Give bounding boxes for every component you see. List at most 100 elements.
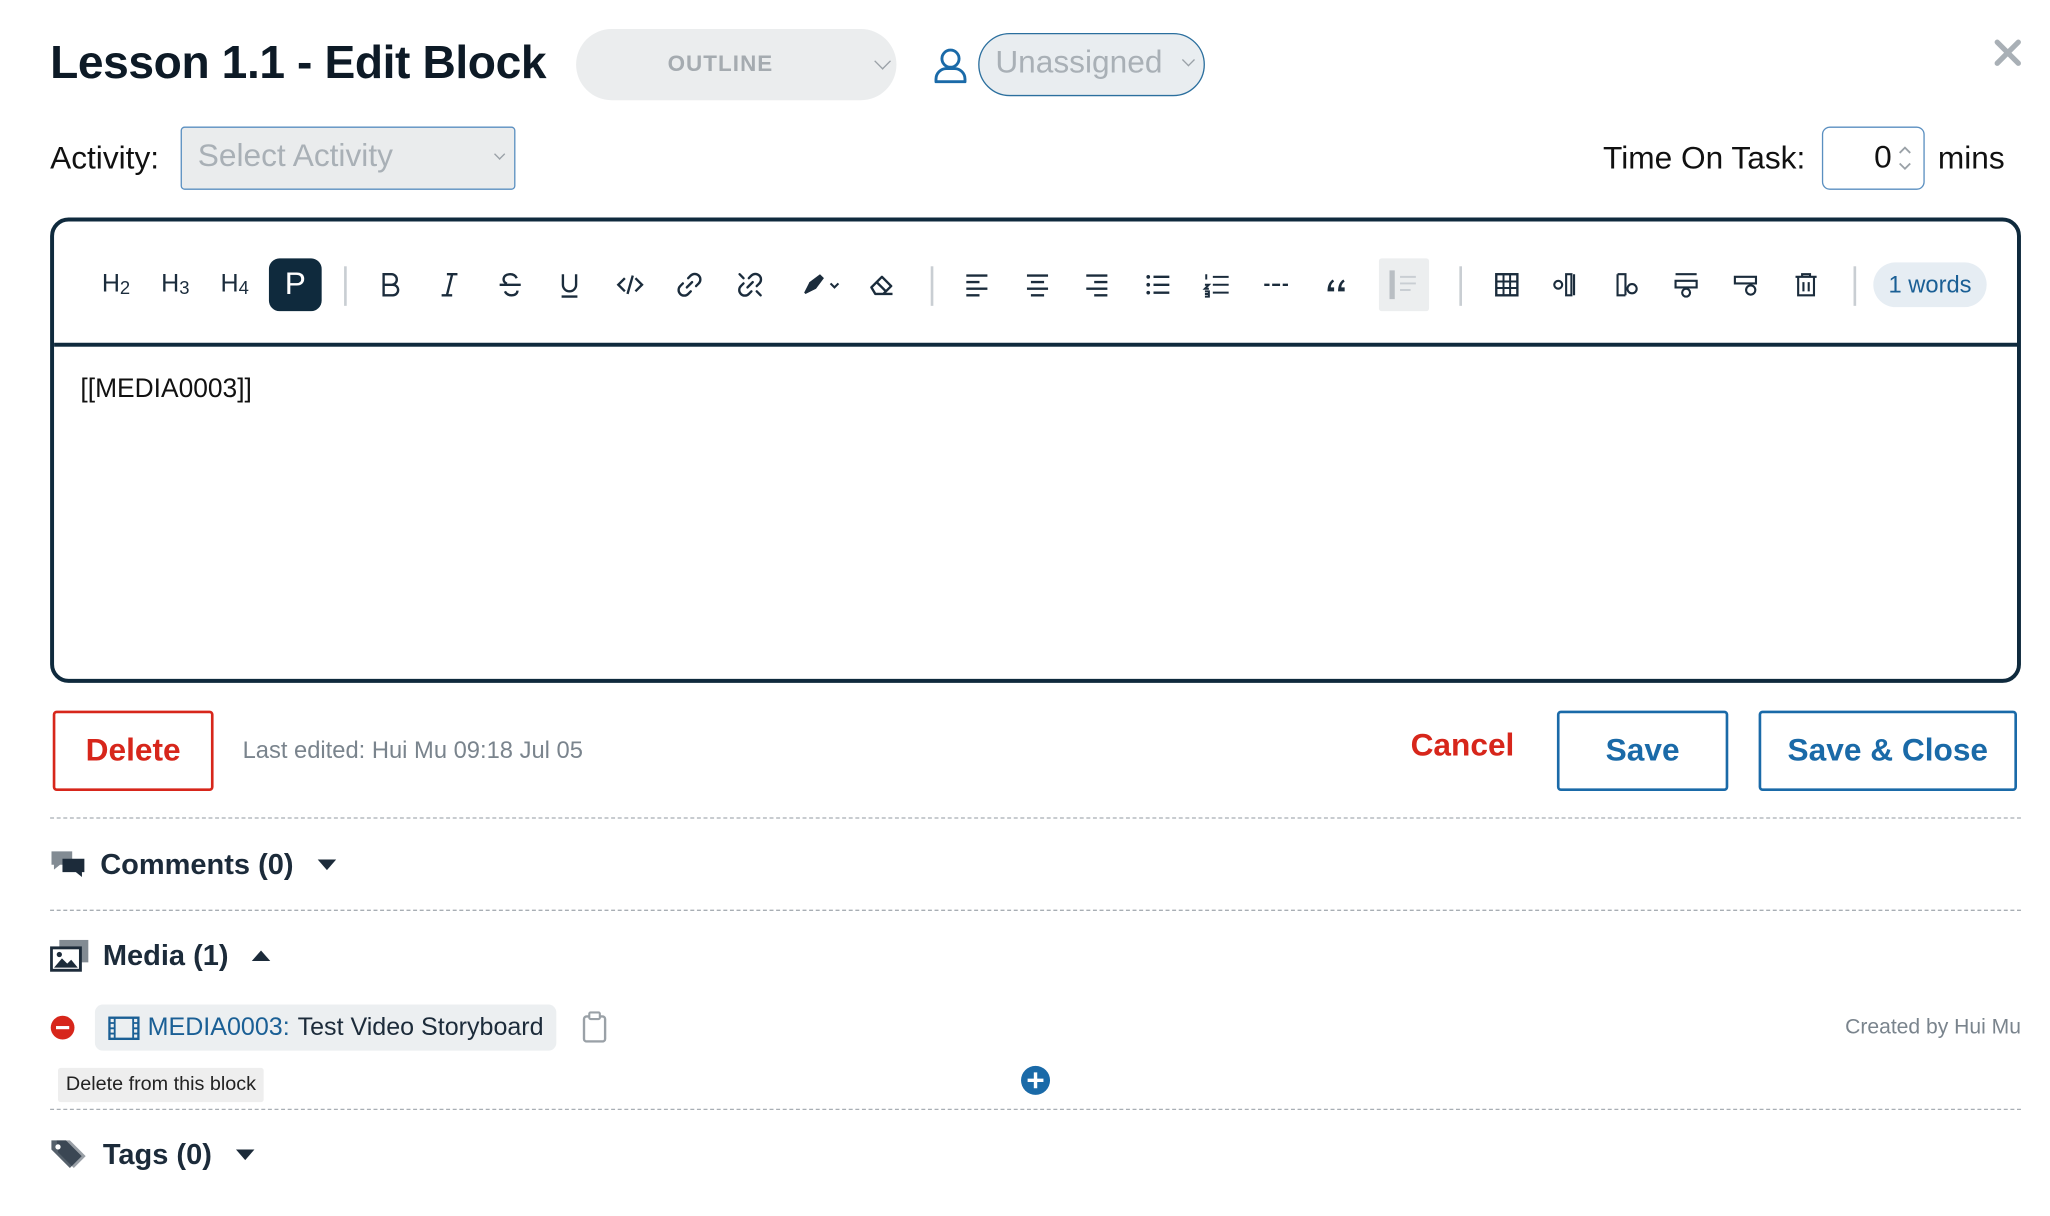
align-center-button[interactable] xyxy=(1011,258,1064,311)
caret-up-icon xyxy=(252,950,271,962)
time-on-task-input[interactable]: 0 xyxy=(1821,126,1925,190)
tags-toggle[interactable]: Tags (0) xyxy=(50,1137,255,1172)
delete-column-icon xyxy=(1616,273,1638,297)
indent-icon xyxy=(1389,270,1416,300)
link-icon xyxy=(677,272,702,297)
heading-2-button[interactable]: H2 xyxy=(90,258,143,311)
cancel-button[interactable]: Cancel xyxy=(1411,728,1515,765)
unlink-button[interactable] xyxy=(724,258,777,311)
media-icon xyxy=(50,939,89,972)
activity-select[interactable]: Select Activity xyxy=(180,126,516,190)
comments-toggle[interactable]: Comments (0) xyxy=(50,848,336,882)
tags-label: Tags (0) xyxy=(102,1137,212,1171)
align-left-icon xyxy=(966,274,988,297)
editor-content[interactable]: [[MEDIA0003]] xyxy=(80,374,251,404)
activity-label: Activity: xyxy=(50,141,160,177)
underline-button[interactable] xyxy=(543,258,596,311)
rich-text-editor: H2 H3 H4 P 1 words [[MEDIA0003]] xyxy=(50,217,2021,683)
film-icon xyxy=(108,1015,140,1040)
add-row-icon xyxy=(1674,273,1698,298)
clear-format-icon xyxy=(870,275,893,296)
chevron-down-icon xyxy=(494,148,506,160)
paragraph-button[interactable]: P xyxy=(268,258,322,312)
indent-button[interactable] xyxy=(1378,258,1430,312)
add-row-button[interactable] xyxy=(1660,258,1713,311)
delete-table-button[interactable] xyxy=(1780,258,1833,311)
delete-row-button[interactable] xyxy=(1719,258,1772,311)
media-item[interactable]: MEDIA0003: Test Video Storyboard xyxy=(94,1004,557,1051)
toolbar-divider xyxy=(1459,266,1462,306)
blockquote-button[interactable] xyxy=(1310,258,1363,311)
time-on-task-value: 0 xyxy=(1874,139,1892,176)
media-name: Test Video Storyboard xyxy=(297,1013,544,1041)
add-column-button[interactable] xyxy=(1540,258,1593,311)
activity-select-placeholder: Select Activity xyxy=(197,138,393,175)
last-edited-text: Last edited: Hui Mu 09:18 Jul 05 xyxy=(242,736,583,764)
code-icon xyxy=(616,275,644,295)
strikethrough-icon xyxy=(499,273,521,297)
time-on-task-label: Time On Task: xyxy=(1603,141,1806,177)
remove-media-icon[interactable] xyxy=(50,1015,75,1040)
clipboard-icon[interactable] xyxy=(581,1011,607,1043)
editor-toolbar: H2 H3 H4 P 1 words xyxy=(54,221,2017,347)
media-id: MEDIA0003: xyxy=(147,1013,290,1041)
bold-button[interactable] xyxy=(364,258,417,311)
numbered-list-button[interactable] xyxy=(1190,258,1243,311)
strikethrough-button[interactable] xyxy=(484,258,537,311)
page-title: Lesson 1.1 - Edit Block xyxy=(50,36,547,89)
status-select[interactable]: OUTLINE xyxy=(576,29,897,101)
section-divider xyxy=(50,909,2021,911)
comments-label: Comments (0) xyxy=(100,847,294,881)
align-left-button[interactable] xyxy=(950,258,1003,311)
bullet-list-button[interactable] xyxy=(1131,258,1184,311)
heading-3-button[interactable]: H3 xyxy=(149,258,202,311)
delete-row-icon xyxy=(1733,275,1758,296)
section-divider xyxy=(50,1108,2021,1111)
clear-format-button[interactable] xyxy=(856,258,909,311)
status-select-value: OUTLINE xyxy=(667,51,774,77)
assignee-select[interactable]: Unassigned xyxy=(978,32,1205,97)
underline-icon xyxy=(561,274,578,298)
horizontal-rule-button[interactable] xyxy=(1250,258,1303,311)
link-button[interactable] xyxy=(663,258,716,311)
unlink-icon xyxy=(738,272,763,297)
toolbar-divider xyxy=(1853,266,1856,306)
add-media-icon[interactable] xyxy=(1020,1065,1051,1095)
save-and-close-button[interactable]: Save & Close xyxy=(1758,710,2017,791)
blockquote-icon xyxy=(1327,279,1345,292)
save-button[interactable]: Save xyxy=(1556,710,1729,791)
caret-down-icon xyxy=(317,859,336,871)
delete-column-button[interactable] xyxy=(1600,258,1653,311)
bold-icon xyxy=(382,273,400,297)
align-right-icon xyxy=(1086,274,1108,297)
highlight-button[interactable] xyxy=(787,258,856,311)
heading-4-button[interactable]: H4 xyxy=(208,258,261,311)
delete-button[interactable]: Delete xyxy=(52,710,214,791)
section-divider xyxy=(50,817,2021,819)
caret-down-icon xyxy=(235,1149,255,1161)
align-right-button[interactable] xyxy=(1070,258,1123,311)
align-center-icon xyxy=(1026,274,1049,297)
table-icon xyxy=(1495,273,1519,297)
spinner-icon[interactable] xyxy=(1897,144,1913,173)
tags-icon xyxy=(51,1140,86,1169)
add-column-icon xyxy=(1553,273,1576,297)
table-button[interactable] xyxy=(1480,258,1533,311)
toolbar-divider xyxy=(344,266,347,306)
numbered-list-icon xyxy=(1202,274,1229,298)
media-label: Media (1) xyxy=(102,938,229,972)
close-icon[interactable] xyxy=(1991,36,2025,70)
italic-button[interactable] xyxy=(423,258,476,311)
italic-icon xyxy=(441,273,458,297)
bullet-list-icon xyxy=(1146,274,1170,295)
highlight-icon xyxy=(804,274,840,294)
code-button[interactable] xyxy=(604,258,657,311)
toolbar-divider xyxy=(930,266,933,306)
horizontal-rule-icon xyxy=(1264,283,1288,286)
word-count-badge: 1 words xyxy=(1873,262,1987,308)
assignee-select-value: Unassigned xyxy=(995,44,1163,81)
delete-tooltip: Delete from this block xyxy=(58,1067,264,1103)
media-toggle[interactable]: Media (1) xyxy=(50,939,271,973)
time-unit-label: mins xyxy=(1937,141,2005,177)
media-created-by: Created by Hui Mu xyxy=(1845,1016,2021,1039)
